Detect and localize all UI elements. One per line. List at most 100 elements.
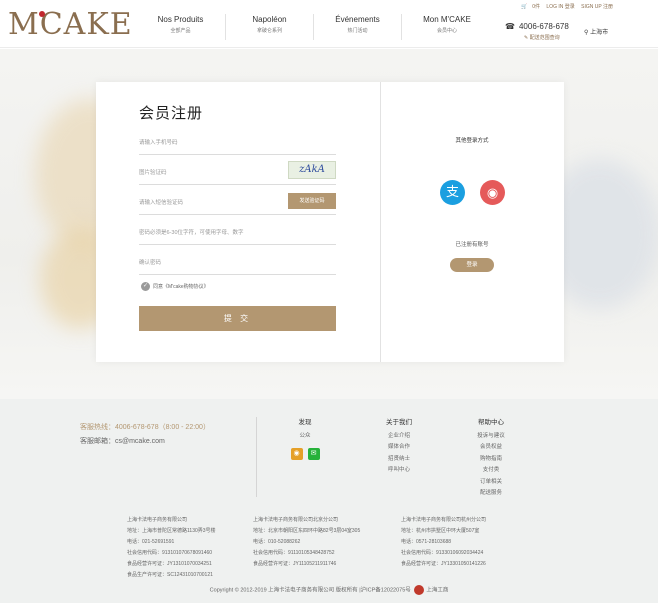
cart-count[interactable]: 0件	[532, 4, 540, 10]
phone-placeholder: 请输入手机号码	[139, 140, 178, 146]
nav-item-napoleon[interactable]: Napoléon 拿破仑系列	[226, 14, 314, 40]
city-selector[interactable]: ⚲ 上海市	[584, 27, 608, 36]
captcha-image[interactable]: zAkA	[288, 161, 336, 179]
footer-link[interactable]: 购物指南	[466, 454, 516, 466]
agreement-checkbox[interactable]: ✓ 同意《M'cake购物协议》	[141, 282, 209, 291]
nav-sub: 拿破仑系列	[256, 28, 282, 34]
nav-item-events[interactable]: Événements 热门活动	[314, 14, 402, 40]
company-line: 食品生产许可证：SC12431010700121	[127, 572, 213, 578]
hotline-row: 客服热线：4006-678-678（8:00 - 22:00）	[80, 421, 210, 435]
company-info-shanghai: 上海卡法电子商务有限公司 地址：上海市普陀区常德路1130弄3号楼 电话：021…	[127, 515, 216, 581]
company-line: 地址：北京市朝阳区东四环中路82号3层04室305	[253, 528, 361, 534]
company-info-hangzhou: 上海卡法电子商务有限公司杭州分公司 地址：杭州市拱墅区中环大厦507室 电话：0…	[401, 515, 486, 570]
footer-column-help: 帮助中心 投诉与建议 会员权益 购物指南 支付类 订单相关 配送服务	[466, 417, 516, 500]
confirm-password-field[interactable]: 确认密码	[139, 245, 336, 275]
column-title: 帮助中心	[478, 419, 504, 426]
company-line: 电话：0571-28103688	[401, 539, 452, 545]
company-line: 社会信用代码：91110105348428752	[253, 550, 335, 556]
site-footer: 客服热线：4006-678-678（8:00 - 22:00） 客服邮箱：cs@…	[0, 399, 658, 603]
confirm-placeholder: 确认密码	[139, 260, 162, 266]
company-line: 上海卡法电子商务有限公司北京分公司	[253, 517, 339, 523]
login-link[interactable]: LOG IN 登录	[546, 4, 574, 10]
other-login-title: 其他登录方式	[455, 138, 489, 144]
nav-sub: 全部产品	[170, 28, 191, 34]
footer-link[interactable]: 会员权益	[466, 442, 516, 454]
column-title: 关于我们	[386, 419, 412, 426]
registered-text: 已注册有账号	[455, 242, 489, 248]
nav-sub: 会员中心	[436, 28, 457, 34]
weibo-icon[interactable]: ◉	[480, 180, 505, 205]
submit-button[interactable]: 提 交	[139, 306, 336, 331]
site-header: M CAKE 🛒 0件 LOG IN 登录 SIGN UP 注册 Nos Produ…	[0, 0, 658, 48]
nav-item-member[interactable]: Mon M'CAKE 会员中心	[402, 14, 492, 40]
password-field[interactable]: 密码必须是6-30位字符，可使用字母、数字	[139, 215, 336, 245]
company-line: 社会信用代码：913101070678091460	[127, 550, 213, 556]
login-button[interactable]: 登录	[450, 258, 494, 272]
footer-link[interactable]: 媒体合作	[374, 442, 424, 454]
company-line: 食品经营许可证：JY13101070034251	[127, 561, 212, 567]
city-label: 上海市	[590, 30, 609, 36]
nav-title: Napoléon	[252, 15, 287, 24]
footer-link[interactable]: 配送服务	[466, 488, 516, 500]
top-bar: 🛒 0件 LOG IN 登录 SIGN UP 注册	[521, 3, 618, 10]
pencil-icon: ✎	[524, 35, 529, 41]
nav-title: Événements	[335, 15, 380, 24]
company-line: 上海卡法电子商务有限公司	[127, 517, 188, 523]
page-title: 会员注册	[139, 105, 204, 122]
footer-link[interactable]: 企业介绍	[374, 431, 424, 443]
company-line: 电话：010-52088262	[253, 539, 301, 545]
company-line: 食品经营许可证：JY13301050141226	[401, 561, 486, 567]
logo-dot	[39, 11, 45, 17]
footer-column-about: 关于我们 企业介绍 媒体合作 招贤纳士 呼叫中心	[374, 417, 424, 477]
footer-social-icons: ◉ ✉	[280, 448, 330, 460]
company-line: 上海卡法电子商务有限公司杭州分公司	[401, 517, 487, 523]
signup-link[interactable]: SIGN UP 注册	[581, 4, 613, 10]
delivery-label: 配送范围查询	[529, 35, 560, 41]
alipay-icon[interactable]: 支	[440, 180, 465, 205]
checkmark-icon[interactable]: ✓	[141, 282, 150, 291]
footer-link[interactable]: 支付类	[466, 465, 516, 477]
footer-link[interactable]: 招贤纳士	[374, 454, 424, 466]
location-pin-icon: ⚲	[584, 30, 589, 36]
hotline-number: 4006-678-678	[518, 22, 569, 31]
nav-item-products[interactable]: Nos Produits 全部产品	[136, 14, 226, 40]
register-card: 会员注册 请输入手机号码 图片验证码 zAkA 请输入短信验证码 发送验证码 密…	[96, 82, 564, 362]
captcha-field[interactable]: 图片验证码 zAkA	[139, 155, 336, 185]
gov-badge-icon[interactable]	[414, 585, 425, 595]
company-line: 食品经营许可证：JY11105211911746	[253, 561, 337, 567]
email-value[interactable]: cs@mcake.com	[115, 438, 165, 445]
footer-link[interactable]: 呼叫中心	[374, 465, 424, 477]
email-row: 客服邮箱：cs@mcake.com	[80, 435, 210, 449]
hotline-value: 4006-678-678（8:00 - 22:00）	[115, 424, 210, 431]
footer-link[interactable]: 投诉与建议	[466, 431, 516, 443]
phone-icon: ☎	[505, 22, 515, 31]
password-placeholder: 密码必须是6-30位字符，可使用字母、数字	[139, 230, 244, 236]
company-info-beijing: 上海卡法电子商务有限公司北京分公司 地址：北京市朝阳区东四环中路82号3层04室…	[253, 515, 360, 570]
delivery-range-link[interactable]: ✎ 配送范围查询	[524, 34, 560, 41]
cart-icon[interactable]: 🛒	[521, 4, 527, 10]
card-divider	[380, 82, 381, 362]
copyright: Copyright © 2012-2019 上海卡法电子商务有限公司 版权所有 …	[0, 585, 658, 595]
column-title: 发现	[298, 419, 312, 426]
nav-title: Nos Produits	[157, 15, 204, 24]
copyright-text: Copyright © 2012-2019 上海卡法电子商务有限公司 版权所有 …	[209, 587, 411, 594]
nav-sub: 热门活动	[347, 28, 368, 34]
site-logo[interactable]: M CAKE	[8, 8, 133, 42]
hotline-label: 客服热线：	[80, 424, 115, 431]
sms-placeholder: 请输入短信验证码	[139, 200, 184, 206]
phone-field[interactable]: 请输入手机号码	[139, 125, 336, 155]
footer-link[interactable]: 订单相关	[466, 477, 516, 489]
weibo-icon[interactable]: ◉	[290, 448, 303, 460]
footer-divider	[256, 417, 257, 497]
send-sms-button[interactable]: 发送验证码	[288, 193, 336, 209]
company-line: 电话：021-52691591	[127, 539, 175, 545]
captcha-placeholder: 图片验证码	[139, 170, 167, 176]
footer-link[interactable]: 公众	[280, 431, 330, 443]
sms-code-field[interactable]: 请输入短信验证码 发送验证码	[139, 185, 336, 215]
nav-title: Mon M'CAKE	[423, 15, 471, 24]
company-line: 社会信用代码：91330106092034424	[401, 550, 484, 556]
footer-column-discover: 发现 公众 ◉ ✉	[280, 417, 330, 460]
footer-contact: 客服热线：4006-678-678（8:00 - 22:00） 客服邮箱：cs@…	[80, 421, 210, 449]
gov-badge-label[interactable]: 上海工商	[426, 587, 448, 593]
wechat-icon[interactable]: ✉	[307, 448, 320, 460]
